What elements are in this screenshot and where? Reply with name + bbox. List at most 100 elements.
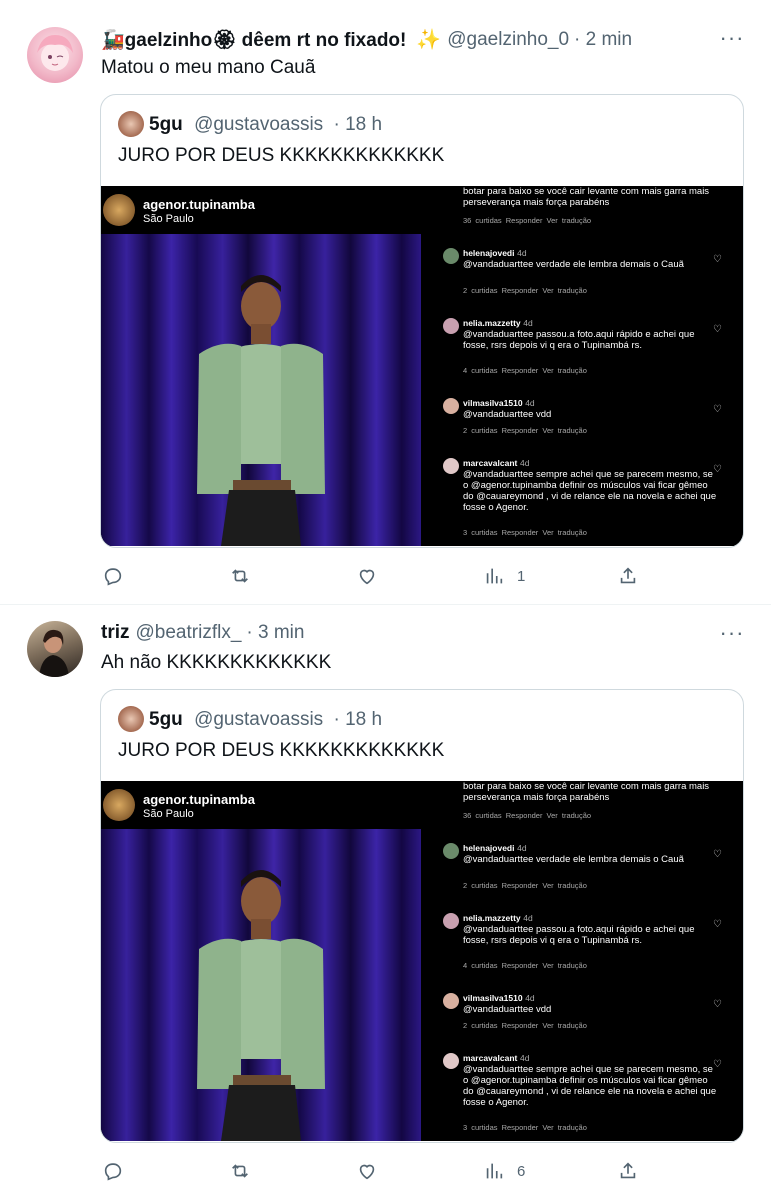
comment-meta: 2 curtidas Responder Ver tradução: [463, 1021, 587, 1030]
comment: helenajovedi 4d @vandaduarttee verdade el…: [463, 248, 718, 270]
comment-time: 4d: [523, 913, 533, 923]
quoted-timestamp: · 18 h: [333, 114, 383, 135]
sparkle-emoji: ✨: [416, 29, 442, 51]
avatar[interactable]: [27, 621, 83, 677]
comment-text: @vandaduarttee sempre achei que se parec…: [463, 1064, 717, 1108]
comment-meta: 4 curtidas Responder Ver tradução: [463, 961, 587, 970]
heart-icon: ♡: [713, 919, 722, 930]
comment-time: 4d: [517, 843, 527, 853]
top-comment: botar para baixo se você cair levante co…: [463, 781, 710, 803]
comment-avatar: [443, 913, 459, 929]
heart-icon: ♡: [713, 849, 722, 860]
retweet-button[interactable]: [229, 1159, 251, 1183]
quoted-media[interactable]: agenor.tupinamba São Paulo botar para ba…: [101, 781, 743, 1141]
ig-post-header: agenor.tupinamba São Paulo: [101, 781, 421, 829]
quoted-tweet[interactable]: 5gu @gustavoassis · 18 h JURO POR DEUS K…: [100, 94, 744, 548]
tweet-text: Matou o meu mano Cauã: [101, 57, 316, 78]
ig-username: agenor.tupinamba: [143, 792, 255, 807]
reply-button[interactable]: [102, 1159, 124, 1183]
timestamp[interactable]: · 3 min: [246, 622, 304, 644]
share-icon: [620, 567, 636, 584]
share-icon: [620, 1162, 636, 1179]
comment-avatar: [443, 458, 459, 474]
quoted-timestamp: · 18 h: [333, 709, 383, 730]
photo-panel: agenor.tupinamba São Paulo: [101, 781, 421, 1141]
views-count: 1: [517, 567, 526, 585]
tweet[interactable]: 🚂gaelzinho🏵 dêem rt no fixado! ✨ @gaelzi…: [0, 0, 771, 604]
avatar[interactable]: [27, 27, 83, 83]
heart-icon: ♡: [713, 999, 722, 1010]
share-button[interactable]: [617, 1159, 639, 1183]
comment-text: @vandaduarttee verdade ele lembra demais…: [463, 854, 684, 865]
comment-avatar: [443, 843, 459, 859]
tweet-text: Ah não KKKKKKKKKKKKK: [101, 652, 332, 673]
ig-post-header: agenor.tupinamba São Paulo: [101, 186, 421, 234]
display-name[interactable]: triz: [101, 622, 130, 644]
comment-meta: 2 curtidas Responder Ver tradução: [463, 881, 587, 890]
heart-icon: ♡: [713, 1059, 722, 1070]
comment-user: helenajovedi: [463, 248, 515, 258]
retweet-button[interactable]: [229, 564, 251, 588]
tweet[interactable]: triz @beatrizflx_ · 3 min ··· Ah não KKK…: [0, 605, 771, 1200]
comment: marcavalcant 4d @vandaduarttee sempre ach…: [463, 1053, 718, 1108]
handle[interactable]: @gaelzinho_0: [447, 29, 569, 51]
more-options-icon[interactable]: ···: [718, 620, 746, 645]
heart-icon: ♡: [713, 464, 722, 475]
comment: marcavalcant 4d @vandaduarttee sempre ach…: [463, 458, 718, 513]
quoted-avatar: [118, 706, 144, 732]
quoted-header: 5gu @gustavoassis · 18 h: [149, 709, 382, 731]
comment-text: @vandaduarttee vdd: [463, 1004, 552, 1015]
views-chart-icon: [486, 1163, 503, 1179]
comment-text: @vandaduarttee passou.a foto.aqui rápido…: [463, 329, 695, 351]
views-count: 6: [517, 1162, 526, 1180]
heart-icon: ♡: [713, 324, 722, 335]
photo-man-on-stage: [101, 829, 421, 1141]
quoted-display-name: 5gu: [149, 709, 183, 730]
top-comment: botar para baixo se você cair levante co…: [463, 186, 710, 208]
quoted-tweet[interactable]: 5gu @gustavoassis · 18 h JURO POR DEUS K…: [100, 689, 744, 1143]
comment-meta: 3 curtidas Responder Ver tradução: [463, 528, 587, 537]
comment-user: helenajovedi: [463, 843, 515, 853]
comment-meta: 2 curtidas Responder Ver tradução: [463, 426, 587, 435]
quoted-avatar: [118, 111, 144, 137]
heart-icon: [359, 1164, 375, 1180]
more-options-icon[interactable]: ···: [718, 25, 746, 50]
timestamp[interactable]: · 2 min: [574, 29, 632, 51]
quoted-text: JURO POR DEUS KKKKKKKKKKKKK: [118, 145, 445, 166]
comment-text: @vandaduarttee passou.a foto.aqui rápido…: [463, 924, 695, 946]
comment-time: 4d: [519, 1053, 530, 1063]
comment-text: @vandaduarttee verdade ele lembra demais…: [463, 259, 684, 270]
comment-time: 4d: [517, 248, 527, 258]
comment: nelia.mazzetty 4d @vandaduarttee passou.a…: [463, 913, 718, 946]
person-avatar-image: [39, 629, 69, 677]
comment-user: nelia.mazzetty: [463, 318, 521, 328]
reply-icon: [104, 1163, 122, 1181]
share-button[interactable]: [617, 564, 639, 588]
quoted-media[interactable]: agenor.tupinamba São Paulo botar para ba…: [101, 186, 743, 546]
tweet-actions: 6: [100, 1159, 660, 1183]
heart-icon: ♡: [713, 254, 722, 265]
comment-avatar: [443, 1053, 459, 1069]
comment-user: nelia.mazzetty: [463, 913, 521, 923]
photo-panel: agenor.tupinamba São Paulo: [101, 186, 421, 546]
tweet-header: 🚂gaelzinho🏵 dêem rt no fixado! ✨ @gaelzi…: [101, 27, 632, 52]
quoted-header: 5gu @gustavoassis · 18 h: [149, 114, 382, 136]
comment-user: marcavalcant: [463, 1053, 518, 1063]
like-button[interactable]: [356, 1159, 378, 1183]
comment-avatar: [443, 318, 459, 334]
comments-panel: botar para baixo se você cair levante co…: [423, 781, 743, 1141]
handle[interactable]: @beatrizflx_: [136, 622, 242, 644]
comment-user: vilmasilva1510: [463, 993, 523, 1003]
comment-avatar: [443, 993, 459, 1009]
display-name[interactable]: 🚂gaelzinho🏵 dêem rt no fixado!: [101, 28, 406, 52]
top-comment-meta: 36 curtidas Responder Ver tradução: [463, 811, 592, 820]
heart-icon: ♡: [713, 404, 722, 415]
reply-button[interactable]: [102, 564, 124, 588]
photo-man-on-stage: [101, 234, 421, 546]
views-button[interactable]: 1: [483, 564, 525, 588]
retweet-icon: [232, 569, 248, 583]
retweet-icon: [232, 1164, 248, 1178]
like-button[interactable]: [356, 564, 378, 588]
views-button[interactable]: 6: [483, 1159, 525, 1183]
ig-username: agenor.tupinamba: [143, 197, 255, 212]
